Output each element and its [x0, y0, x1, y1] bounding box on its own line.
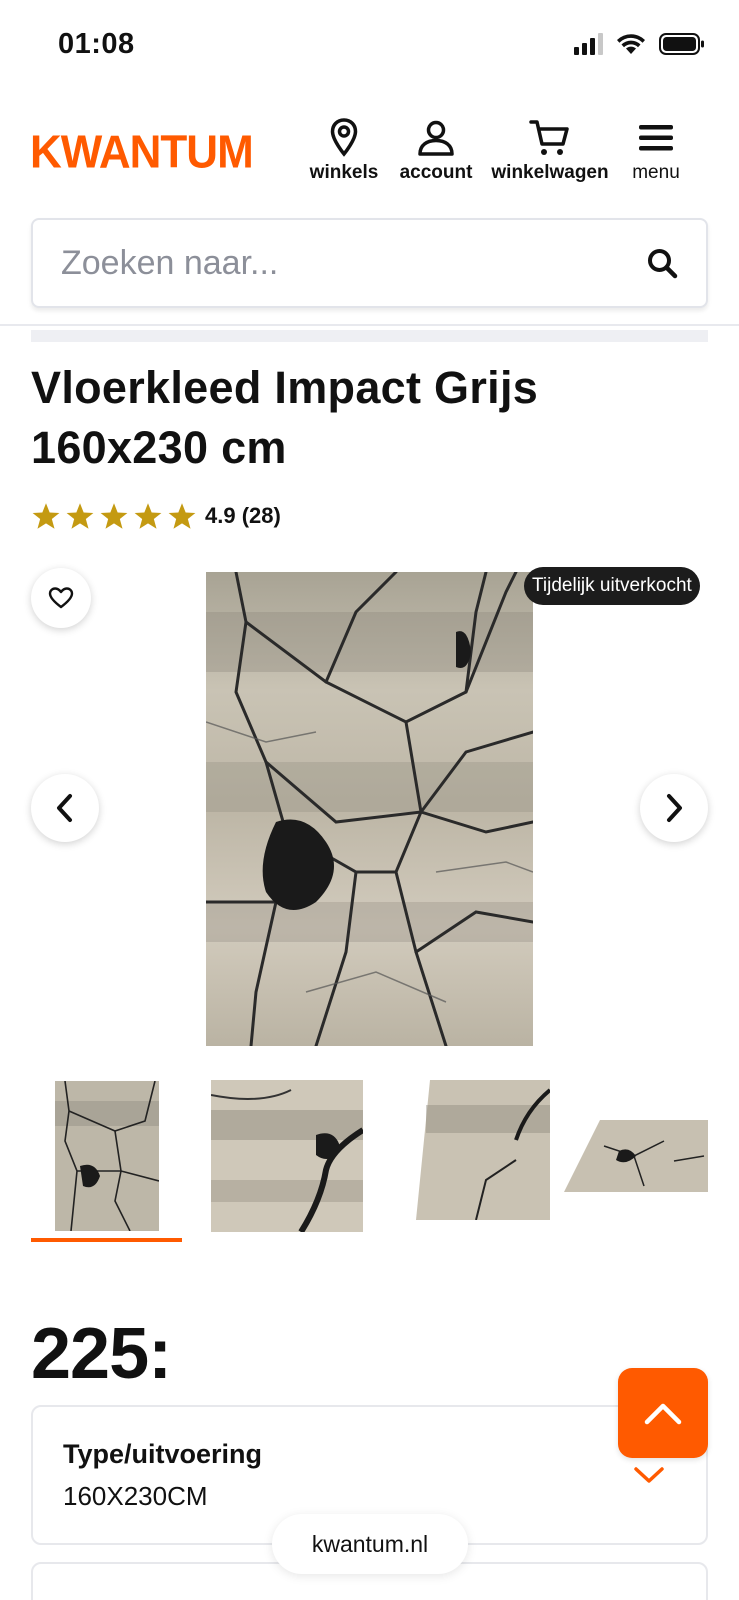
product-price: 225: — [31, 1314, 172, 1394]
battery-icon — [659, 33, 704, 55]
status-bar: 01:08 — [0, 0, 739, 90]
variant-value: 160X230CM — [63, 1481, 208, 1511]
product-image[interactable] — [204, 570, 535, 1048]
site-header: KWANTUM winkels account winkelwagen menu — [0, 100, 739, 200]
browser-url-bar[interactable]: kwantum.nl — [272, 1514, 468, 1574]
header-divider — [0, 324, 739, 326]
cart-icon — [529, 120, 569, 155]
chevron-left-icon — [57, 794, 72, 822]
product-title: Vloerkleed Impact Grijs 160x230 cm — [31, 358, 691, 478]
chevron-right-icon — [667, 794, 682, 822]
star-icon — [134, 503, 162, 529]
nav-label: winkels — [309, 162, 379, 183]
thumbnail-4[interactable] — [564, 1078, 708, 1238]
star-icon — [100, 503, 128, 529]
breadcrumb-strip — [31, 330, 708, 342]
kwantum-logo[interactable]: KWANTUM — [30, 127, 254, 180]
header-nav: winkels account winkelwagen menu — [301, 116, 697, 184]
nav-label: winkelwagen — [491, 162, 609, 183]
nav-winkelwagen[interactable]: winkelwagen — [485, 116, 615, 184]
status-time: 01:08 — [58, 28, 135, 60]
nav-menu[interactable]: menu — [615, 116, 697, 184]
thumbnail-3[interactable] — [416, 1078, 552, 1238]
star-icon — [32, 503, 60, 529]
nav-account[interactable]: account — [387, 116, 485, 184]
rating-stars — [31, 502, 197, 530]
variant-label: Type/uitvoering — [63, 1439, 263, 1469]
thumbnail-1[interactable] — [55, 1078, 160, 1238]
nav-winkels[interactable]: winkels — [301, 116, 387, 184]
chevron-down-icon — [634, 1467, 664, 1483]
location-pin-icon — [330, 118, 358, 157]
hamburger-menu-icon — [639, 125, 673, 151]
favorite-button[interactable] — [31, 568, 91, 628]
thumbnail-selected-indicator — [31, 1238, 182, 1242]
star-icon — [168, 503, 196, 529]
gallery-prev-button[interactable] — [31, 774, 99, 842]
search-icon[interactable] — [646, 247, 678, 279]
nav-label: account — [399, 162, 473, 183]
search-bar — [31, 218, 708, 308]
chevron-up-icon — [644, 1403, 682, 1425]
nav-label: menu — [632, 162, 680, 183]
product-title-line: Vloerkleed Impact Grijs — [31, 362, 539, 413]
product-title-line: 160x230 cm — [31, 422, 287, 473]
heart-icon — [48, 587, 74, 609]
sold-out-badge: Tijdelijk uitverkocht — [524, 567, 700, 605]
cellular-signal-icon — [574, 33, 603, 55]
rating-text: 4.9 (28) — [205, 503, 281, 528]
user-icon — [418, 120, 454, 156]
search-input[interactable] — [61, 238, 621, 288]
gallery-thumbnails — [31, 1078, 708, 1246]
star-icon — [66, 503, 94, 529]
product-rating[interactable]: 4.9 (28) — [31, 502, 281, 530]
wifi-icon — [617, 34, 645, 54]
status-icons — [574, 32, 705, 56]
gallery-next-button[interactable] — [640, 774, 708, 842]
scroll-to-top-button[interactable] — [618, 1368, 708, 1458]
thumbnail-2[interactable] — [210, 1078, 365, 1238]
